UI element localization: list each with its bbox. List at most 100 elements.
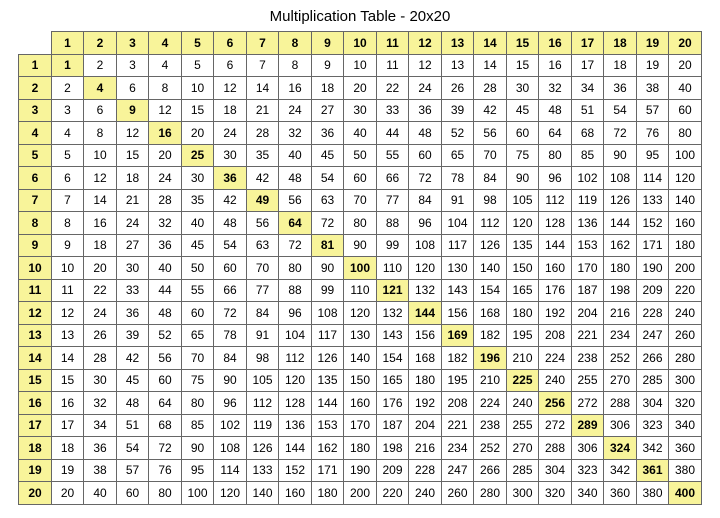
cell: 280 (669, 347, 702, 370)
cell: 266 (636, 347, 669, 370)
cell: 171 (311, 459, 344, 482)
cell: 192 (539, 302, 572, 325)
cell: 204 (409, 414, 442, 437)
cell: 80 (539, 144, 572, 167)
cell: 340 (669, 414, 702, 437)
cell: 52 (441, 122, 474, 145)
cell: 49 (246, 189, 279, 212)
cell: 169 (441, 324, 474, 347)
cell: 60 (181, 302, 214, 325)
cell: 55 (181, 279, 214, 302)
cell: 75 (181, 369, 214, 392)
cell: 285 (506, 459, 539, 482)
cell: 342 (636, 437, 669, 460)
cell: 12 (116, 122, 149, 145)
header-row: 1234567891011121314151617181920 (19, 32, 702, 55)
cell: 78 (441, 167, 474, 190)
cell: 154 (376, 347, 409, 370)
cell: 112 (279, 347, 312, 370)
table-row: 1010203040506070809010011012013014015016… (19, 257, 702, 280)
cell: 8 (51, 212, 84, 235)
row-header: 11 (19, 279, 52, 302)
cell: 11 (376, 54, 409, 77)
col-header: 13 (441, 32, 474, 55)
cell: 306 (604, 414, 637, 437)
cell: 70 (181, 347, 214, 370)
table-row: 9918273645546372819099108117126135144153… (19, 234, 702, 257)
cell: 88 (279, 279, 312, 302)
cell: 77 (376, 189, 409, 212)
cell: 150 (506, 257, 539, 280)
cell: 133 (246, 459, 279, 482)
col-header: 5 (181, 32, 214, 55)
col-header: 14 (474, 32, 507, 55)
cell: 85 (181, 414, 214, 437)
cell: 13 (441, 54, 474, 77)
cell: 228 (636, 302, 669, 325)
cell: 256 (539, 392, 572, 415)
cell: 209 (376, 459, 409, 482)
cell: 76 (636, 122, 669, 145)
cell: 288 (539, 437, 572, 460)
cell: 132 (409, 279, 442, 302)
cell: 56 (279, 189, 312, 212)
col-header: 17 (571, 32, 604, 55)
cell: 60 (506, 122, 539, 145)
cell: 11 (51, 279, 84, 302)
cell: 20 (344, 77, 377, 100)
cell: 187 (376, 414, 409, 437)
cell: 208 (441, 392, 474, 415)
cell: 112 (246, 392, 279, 415)
row-header: 16 (19, 392, 52, 415)
cell: 84 (246, 302, 279, 325)
cell: 112 (474, 212, 507, 235)
table-row: 7714212835424956637077849198105112119126… (19, 189, 702, 212)
cell: 361 (636, 459, 669, 482)
table-row: 2246810121416182022242628303234363840 (19, 77, 702, 100)
cell: 285 (636, 369, 669, 392)
multiplication-table: 1234567891011121314151617181920 11234567… (18, 31, 702, 505)
cell: 50 (181, 257, 214, 280)
cell: 289 (571, 414, 604, 437)
cell: 60 (149, 369, 182, 392)
cell: 12 (409, 54, 442, 77)
cell: 6 (51, 167, 84, 190)
cell: 54 (116, 437, 149, 460)
cell: 27 (311, 99, 344, 122)
cell: 102 (214, 414, 247, 437)
cell: 30 (116, 257, 149, 280)
cell: 196 (474, 347, 507, 370)
table-row: 1313263952657891104117130143156169182195… (19, 324, 702, 347)
cell: 8 (84, 122, 117, 145)
cell: 180 (506, 302, 539, 325)
cell: 24 (84, 302, 117, 325)
col-header: 12 (409, 32, 442, 55)
cell: 4 (149, 54, 182, 77)
cell: 252 (604, 347, 637, 370)
cell: 33 (116, 279, 149, 302)
cell: 162 (311, 437, 344, 460)
cell: 14 (84, 189, 117, 212)
cell: 60 (344, 167, 377, 190)
cell: 60 (214, 257, 247, 280)
cell: 160 (539, 257, 572, 280)
col-header: 2 (84, 32, 117, 55)
cell: 65 (441, 144, 474, 167)
cell: 42 (214, 189, 247, 212)
cell: 39 (441, 99, 474, 122)
row-header: 20 (19, 482, 52, 505)
cell: 360 (669, 437, 702, 460)
cell: 70 (344, 189, 377, 212)
cell: 3 (51, 99, 84, 122)
col-header: 7 (246, 32, 279, 55)
cell: 200 (344, 482, 377, 505)
cell: 48 (214, 212, 247, 235)
cell: 88 (376, 212, 409, 235)
cell: 68 (149, 414, 182, 437)
col-header: 9 (311, 32, 344, 55)
cell: 114 (214, 459, 247, 482)
cell: 17 (571, 54, 604, 77)
cell: 208 (539, 324, 572, 347)
cell: 216 (409, 437, 442, 460)
cell: 4 (51, 122, 84, 145)
